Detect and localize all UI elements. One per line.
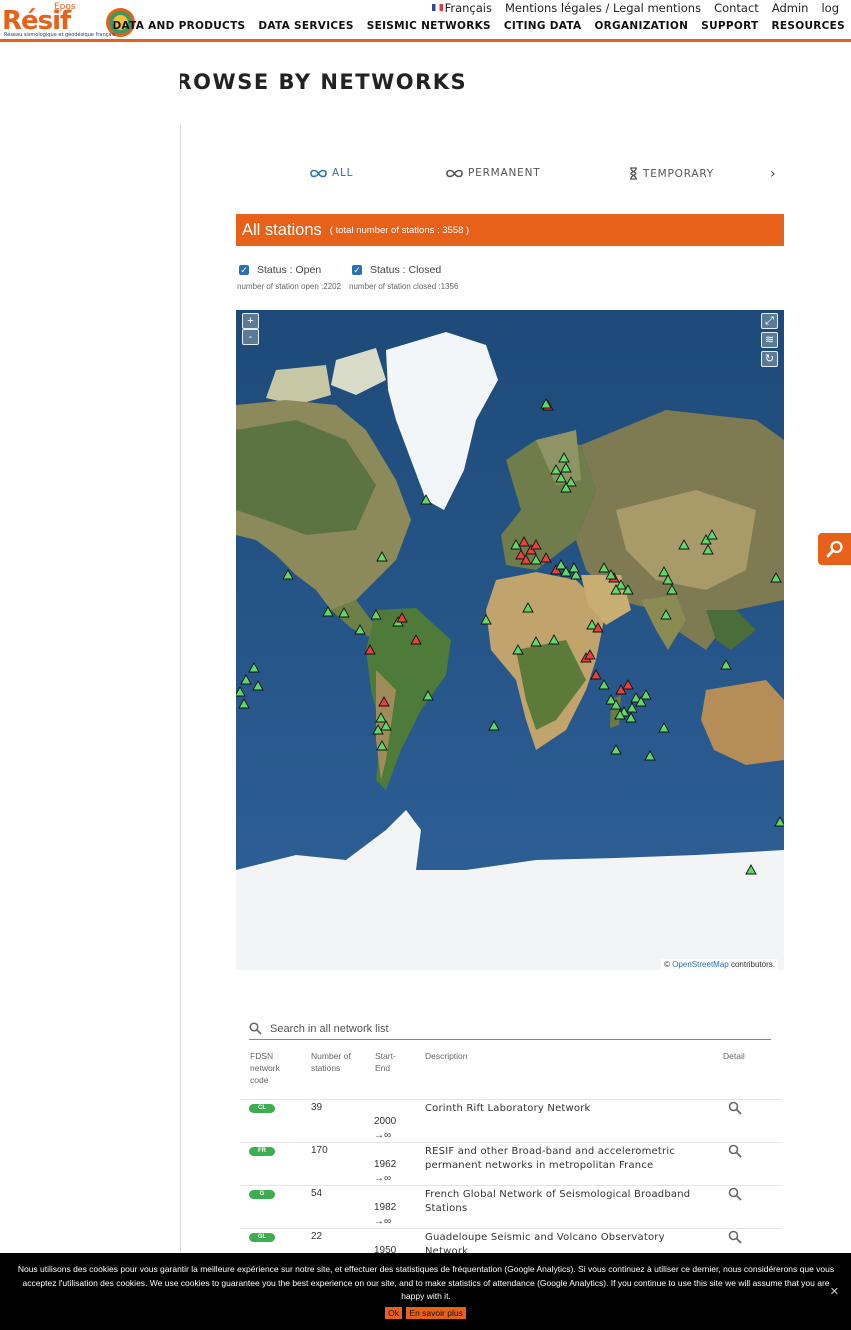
infinity-icon (446, 169, 463, 177)
tab-all-label: ALL (332, 167, 354, 179)
nav-support[interactable]: SUPPORT (701, 20, 758, 32)
closed-station-count: number of station closed :1356 (349, 282, 459, 291)
logo-tagline: Réseau sismologique et géodésique frança… (4, 32, 116, 38)
table-row: G 54 1982 →∞ French Global Network of Se… (240, 1185, 782, 1228)
cookie-more-button[interactable]: En savoir plus (406, 1307, 466, 1319)
status-closed-label: Status : Closed (370, 264, 442, 276)
station-count: 39 (311, 1102, 323, 1113)
start-year: 1982 (374, 1202, 397, 1213)
map-attribution: © OpenStreetMap contributors. (661, 959, 778, 970)
header-stations: Number of stations (311, 1051, 351, 1073)
zoom-out-button[interactable]: - (242, 329, 259, 345)
network-code-badge: FR (249, 1147, 275, 1156)
map-canvas[interactable] (236, 310, 784, 970)
nav-seismic-networks[interactable]: SEISMIC NETWORKS (367, 20, 491, 32)
attribution-suffix: contributors. (730, 960, 775, 969)
banner-title: All stations (242, 220, 322, 239)
table-row: CL 39 2000 →∞ Corinth Rift Laboratory Ne… (240, 1099, 782, 1142)
detail-search-icon[interactable] (728, 1101, 742, 1120)
network-search (249, 1018, 771, 1040)
header-code: FDSN network code (250, 1051, 280, 1085)
reset-view-icon[interactable]: ↻ (761, 351, 778, 367)
tab-all[interactable]: ALL (310, 167, 353, 179)
network-description: Corinth Rift Laboratory Network (425, 1103, 591, 1114)
header-start-end: Start-End (375, 1051, 396, 1073)
detail-search-icon[interactable] (728, 1230, 742, 1249)
contact-link[interactable]: Contact (714, 1, 759, 15)
openstreetmap-link[interactable]: OpenStreetMap (672, 960, 728, 969)
nav-organization[interactable]: ORGANIZATION (594, 20, 688, 32)
tabs-next-chevron-icon[interactable]: › (770, 166, 776, 182)
cookie-ok-button[interactable]: Ok (385, 1307, 403, 1319)
search-icon (249, 1022, 262, 1035)
end-year: →∞ (374, 1216, 392, 1227)
nav-data-services[interactable]: DATA SERVICES (258, 20, 353, 32)
tab-temporary[interactable]: TEMPORARY (629, 167, 714, 180)
detail-search-icon[interactable] (728, 1144, 742, 1163)
page-title: BROWSE BY NETWORKS (180, 70, 468, 94)
network-code-badge: G (249, 1190, 275, 1199)
network-type-tabs: ALL PERMANENT TEMPORARY › (236, 165, 784, 185)
floating-search-button[interactable] (818, 533, 851, 565)
admin-link[interactable]: Admin (772, 1, 809, 15)
stations-map[interactable]: + - ⤢ ≋ ↻ © OpenStreetMap contributors. (236, 310, 784, 970)
header-detail: Detail (723, 1051, 745, 1061)
fullscreen-icon[interactable]: ⤢ (761, 313, 778, 329)
zoom-in-button[interactable]: + (242, 313, 259, 329)
start-year: 1962 (374, 1159, 397, 1170)
main-nav: DATA AND PRODUCTS DATA SERVICES SEISMIC … (112, 20, 845, 32)
nav-citing-data[interactable]: CITING DATA (504, 20, 582, 32)
sidebar-divider (180, 125, 181, 1255)
end-year: →∞ (374, 1130, 392, 1141)
cookie-text: Nous utilisons des cookies pour vous gar… (17, 1264, 835, 1301)
cookie-banner: Nous utilisons des cookies pour vous gar… (0, 1253, 851, 1330)
cookie-close-icon[interactable]: ✕ (830, 1285, 839, 1298)
banner-subtitle: ( total number of stations : 3558 ) (329, 224, 470, 236)
checkbox-checked-icon: ✓ (239, 265, 249, 275)
attribution-prefix: © (664, 960, 671, 969)
station-count: 22 (311, 1231, 323, 1242)
top-links: Français Mentions légales / Legal mentio… (431, 1, 839, 15)
hourglass-icon (630, 167, 637, 180)
network-code-badge: GL (249, 1233, 275, 1242)
start-year: 2000 (374, 1116, 397, 1127)
tab-temporary-label: TEMPORARY (643, 167, 714, 180)
station-count: 170 (311, 1145, 328, 1156)
status-open-checkbox[interactable]: ✓ Status : Open (239, 264, 321, 276)
nav-resources[interactable]: RESOURCES (772, 20, 846, 32)
network-description: French Global Network of Seismological B… (425, 1189, 691, 1214)
tab-permanent[interactable]: PERMANENT (446, 167, 540, 179)
detail-search-icon[interactable] (728, 1187, 742, 1206)
layers-icon[interactable]: ≋ (761, 332, 778, 348)
status-open-label: Status : Open (257, 264, 322, 276)
end-year: →∞ (374, 1173, 392, 1184)
checkbox-checked-icon: ✓ (352, 265, 362, 275)
site-header: Epos Résif Réseau sismologique et géodés… (0, 0, 851, 42)
search-icon (826, 540, 843, 558)
station-count: 54 (311, 1188, 323, 1199)
nav-data-and-products[interactable]: DATA AND PRODUCTS (112, 20, 245, 32)
language-switch[interactable]: Français (431, 1, 492, 15)
infinity-icon (310, 169, 327, 177)
network-description: RESIF and other Broad-band and accelerom… (425, 1146, 676, 1171)
header-description: Description (425, 1051, 468, 1061)
all-stations-banner: All stations ( total number of stations … (236, 214, 784, 246)
search-input[interactable] (270, 1022, 750, 1035)
page-title-clip: BROWSE BY NETWORKS (180, 70, 480, 96)
open-station-count: number of station open :2202 (237, 282, 342, 291)
login-link[interactable]: log (821, 1, 839, 15)
cookie-buttons: Ok En savoir plus (0, 1307, 851, 1319)
legal-link[interactable]: Mentions légales / Legal mentions (505, 1, 701, 15)
table-row: FR 170 1962 →∞ RESIF and other Broad-ban… (240, 1142, 782, 1185)
network-code-badge: CL (249, 1104, 275, 1113)
french-flag-icon (431, 4, 443, 11)
language-label: Français (444, 1, 492, 15)
tab-permanent-label: PERMANENT (468, 167, 541, 179)
status-closed-checkbox[interactable]: ✓ Status : Closed (352, 264, 441, 276)
